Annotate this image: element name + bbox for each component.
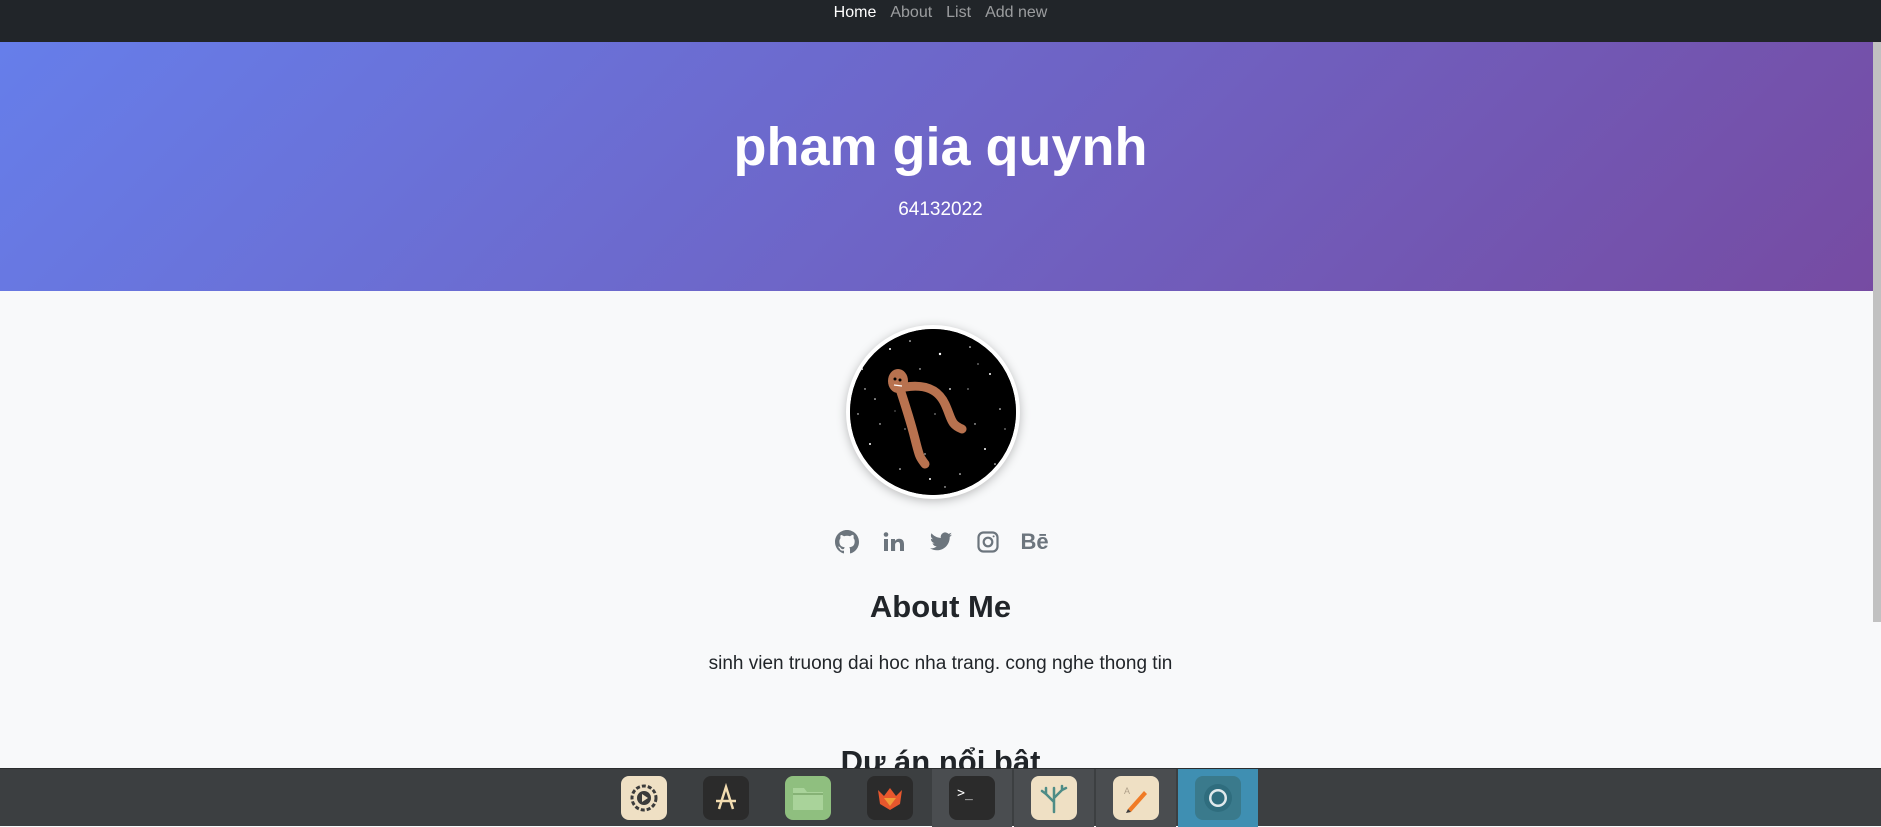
app-store-icon xyxy=(703,776,749,820)
main-content: Bē About Me sinh vien truong dai hoc nha… xyxy=(0,291,1881,826)
nav-about-link[interactable]: About xyxy=(890,4,932,22)
hero-title: pham gia quynh xyxy=(733,117,1148,177)
hero-subtitle: 64132022 xyxy=(898,199,983,220)
space-creature-avatar-icon xyxy=(850,329,1016,495)
firefox-icon xyxy=(867,776,913,820)
github-icon[interactable] xyxy=(834,529,860,555)
terminal-icon: >_ xyxy=(949,776,995,820)
taskbar-dock: >_ A xyxy=(0,768,1881,827)
dock-files[interactable] xyxy=(768,769,848,827)
page-scrollbar[interactable] xyxy=(1873,42,1881,622)
top-navbar: Home About List Add new xyxy=(0,0,1881,42)
twitter-icon[interactable] xyxy=(928,529,954,555)
social-links: Bē xyxy=(0,529,1881,555)
avatar xyxy=(846,325,1020,499)
dock-app-store[interactable] xyxy=(686,769,766,827)
about-text: sinh vien truong dai hoc nha trang. cong… xyxy=(708,653,1173,674)
settings-icon xyxy=(621,776,667,820)
chrome-icon xyxy=(1195,776,1241,820)
coral-app-icon xyxy=(1031,776,1077,820)
nav-home-link[interactable]: Home xyxy=(834,4,877,22)
dock-chrome[interactable] xyxy=(1178,769,1258,827)
dock-settings[interactable] xyxy=(604,769,684,827)
hero-banner: pham gia quynh 64132022 xyxy=(0,42,1881,291)
behance-icon[interactable]: Bē xyxy=(1020,529,1049,555)
nav-list-link[interactable]: List xyxy=(946,4,971,22)
svg-text:A: A xyxy=(1124,786,1130,796)
dock-firefox[interactable] xyxy=(850,769,930,827)
dock-terminal[interactable]: >_ xyxy=(932,769,1012,827)
nav-add-new-link[interactable]: Add new xyxy=(985,4,1047,22)
behance-label: Bē xyxy=(1020,529,1049,554)
files-icon xyxy=(785,776,831,820)
text-editor-icon: A xyxy=(1113,776,1159,820)
instagram-icon[interactable] xyxy=(975,529,1001,555)
about-title: About Me xyxy=(869,589,1012,624)
dock-text-editor[interactable]: A xyxy=(1096,769,1176,827)
linkedin-icon[interactable] xyxy=(881,529,907,555)
dock-coral-app[interactable] xyxy=(1014,769,1094,827)
